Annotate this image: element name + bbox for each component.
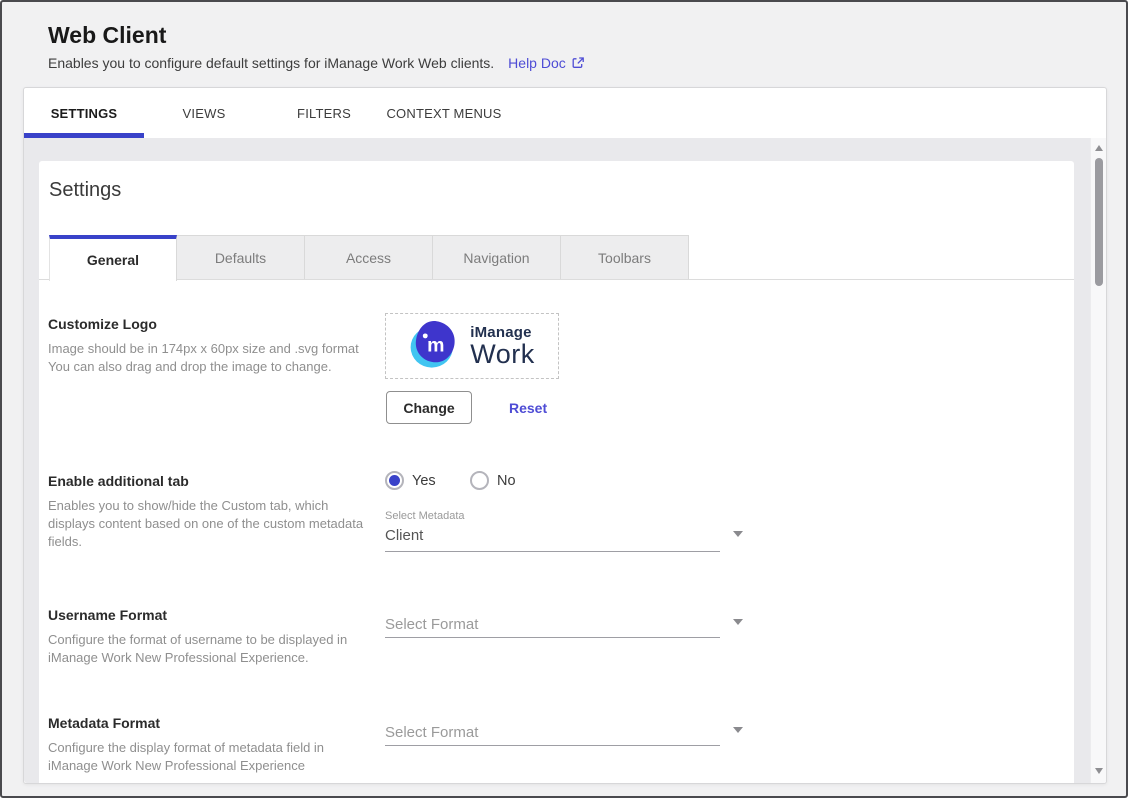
page-title: Web Client [48, 22, 166, 49]
web-client-settings-screen: Web Client Enables you to configure defa… [0, 0, 1128, 798]
help-doc-link[interactable]: Help Doc [508, 55, 585, 71]
metadata-format-label: Metadata Format [48, 715, 160, 731]
external-link-icon [571, 56, 585, 70]
select-metadata-dropdown[interactable]: Client [385, 527, 423, 544]
settings-panel: Settings General Defaults Access Navigat… [39, 161, 1074, 783]
web-client-card: SETTINGS VIEWS FILTERS CONTEXT MENUS Set… [23, 87, 1107, 784]
tab-defaults[interactable]: Defaults [177, 235, 305, 279]
enable-additional-tab-desc-1: Enables you to show/hide the Custom tab,… [48, 497, 328, 515]
scroll-up-arrow-icon[interactable] [1095, 145, 1103, 151]
tab-filters-label: FILTERS [297, 106, 351, 121]
tab-navigation-label: Navigation [463, 250, 529, 266]
scrollbar-thumb[interactable] [1095, 158, 1103, 286]
radio-option-no[interactable]: No [470, 471, 516, 490]
inner-tab-strip: General Defaults Access Navigation Toolb… [49, 235, 689, 281]
select-metadata-caret-icon[interactable] [733, 531, 743, 537]
tab-general-label: General [87, 252, 139, 268]
customize-logo-desc-2: You can also drag and drop the image to … [48, 358, 332, 376]
change-logo-button[interactable]: Change [386, 391, 472, 424]
reset-logo-link[interactable]: Reset [509, 400, 547, 416]
tab-settings[interactable]: SETTINGS [24, 88, 144, 138]
imanage-logo-icon: m [409, 318, 461, 375]
tab-settings-label: SETTINGS [51, 106, 118, 121]
tab-access-label: Access [346, 250, 391, 266]
tab-views-label: VIEWS [183, 106, 226, 121]
tab-defaults-label: Defaults [215, 250, 266, 266]
metadata-format-caret-icon[interactable] [733, 727, 743, 733]
tab-context-menus[interactable]: CONTEXT MENUS [384, 88, 504, 138]
metadata-format-desc-1: Configure the display format of metadata… [48, 739, 324, 757]
page-subtitle: Enables you to configure default setting… [48, 55, 494, 71]
logo-brand-text: iManage Work [470, 325, 535, 368]
scroll-down-arrow-icon[interactable] [1095, 768, 1103, 774]
tab-toolbars[interactable]: Toolbars [561, 235, 689, 279]
tab-navigation[interactable]: Navigation [433, 235, 561, 279]
tab-filters[interactable]: FILTERS [264, 88, 384, 138]
logo-brand-top: iManage [470, 325, 535, 340]
tab-context-menus-label: CONTEXT MENUS [386, 106, 501, 121]
username-format-desc-1: Configure the format of username to be d… [48, 631, 347, 649]
radio-yes-label: Yes [412, 473, 436, 489]
radio-no-label: No [497, 473, 516, 489]
enable-additional-tab-desc-3: fields. [48, 533, 82, 551]
username-format-caret-icon[interactable] [733, 619, 743, 625]
username-format-dropdown[interactable]: Select Format [385, 616, 478, 633]
vertical-scrollbar[interactable] [1090, 138, 1106, 783]
tab-views[interactable]: VIEWS [144, 88, 264, 138]
outer-tab-strip: SETTINGS VIEWS FILTERS CONTEXT MENUS [24, 88, 1106, 138]
tab-general[interactable]: General [49, 235, 177, 281]
settings-viewport: Settings General Defaults Access Navigat… [24, 138, 1106, 783]
username-format-desc-2: iManage Work New Professional Experience… [48, 649, 309, 667]
enable-additional-tab-label: Enable additional tab [48, 473, 189, 489]
select-metadata-label: Select Metadata [385, 510, 465, 522]
radio-option-yes[interactable]: Yes [385, 471, 436, 490]
logo-brand-bottom: Work [470, 341, 535, 368]
page-subtitle-row: Enables you to configure default setting… [48, 55, 585, 71]
radio-no-icon [470, 471, 489, 490]
select-metadata-underline [385, 551, 720, 552]
username-format-label: Username Format [48, 607, 167, 623]
metadata-format-dropdown[interactable]: Select Format [385, 724, 478, 741]
logo-dropzone[interactable]: m iManage Work [385, 313, 559, 379]
username-format-underline [385, 637, 720, 638]
tab-access[interactable]: Access [305, 235, 433, 279]
radio-yes-icon [385, 471, 404, 490]
svg-text:m: m [427, 334, 444, 356]
panel-heading: Settings [49, 179, 121, 202]
customize-logo-desc-1: Image should be in 174px x 60px size and… [48, 340, 359, 358]
enable-additional-tab-desc-2: displays content based on one of the cus… [48, 515, 363, 533]
metadata-format-underline [385, 745, 720, 746]
metadata-format-desc-2: iManage Work New Professional Experience [48, 757, 305, 775]
help-doc-link-label: Help Doc [508, 55, 566, 71]
customize-logo-label: Customize Logo [48, 316, 157, 332]
tab-toolbars-label: Toolbars [598, 250, 651, 266]
